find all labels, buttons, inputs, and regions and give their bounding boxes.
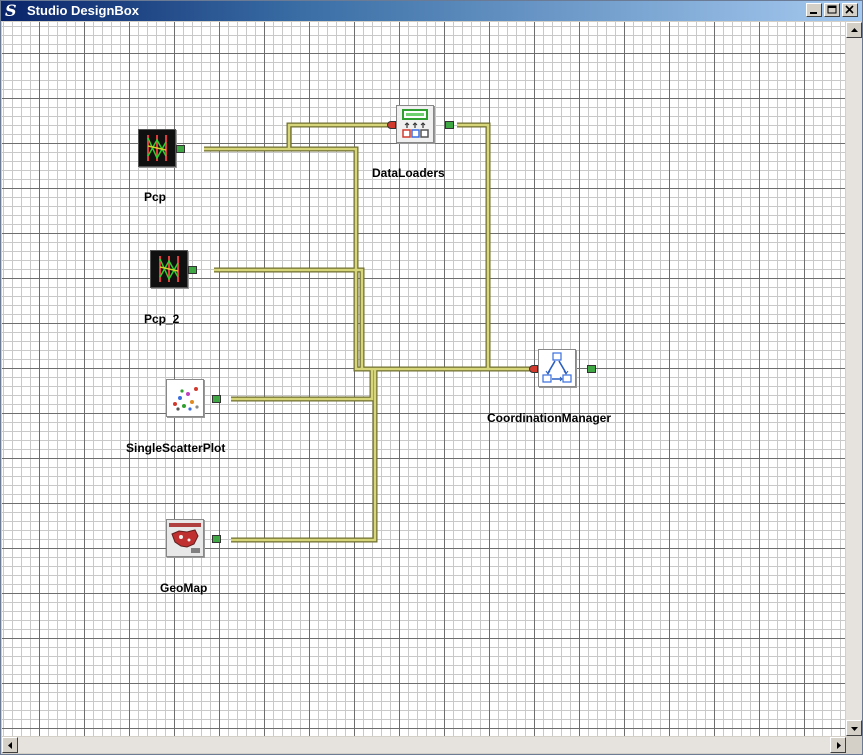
component-pcp[interactable]: Pcp [138,129,218,209]
vertical-scrollbar[interactable] [846,22,862,736]
coordination-label: CoordinationManager [487,411,612,425]
geomap-label: GeoMap [160,581,208,595]
title-bar[interactable]: S Studio DesignBox [1,1,862,21]
dataloaders-label: DataLoaders [372,166,445,180]
scatter-plot-icon[interactable] [166,379,204,417]
parallel-coordinates-icon[interactable] [138,129,176,167]
designbox-window: S Studio DesignBox Pcp Pcp_2 SingleScatt… [0,0,863,755]
pcp-2-output-port[interactable] [188,266,197,274]
coordination-cycle-icon[interactable] [538,349,576,387]
pcp-2-label: Pcp_2 [144,312,180,326]
close-icon [845,5,854,14]
arrow-up-icon [851,28,858,32]
parallel-coordinates-icon[interactable] [150,250,188,288]
dataloaders-output-port[interactable] [445,121,454,129]
studio-s-icon: S [5,1,17,20]
window-controls [804,3,858,17]
scrollbar-corner [846,737,862,753]
coordination-output-port[interactable] [587,365,596,373]
scroll-up-button[interactable] [846,22,862,38]
coordination-input-port[interactable] [529,365,538,373]
wire-scatter [231,369,375,402]
arrow-down-icon [851,727,858,731]
component-single-scatter-plot[interactable]: SingleScatterPlot [126,379,246,459]
component-geomap[interactable]: GeoMap [160,519,246,599]
scroll-down-button[interactable] [846,720,862,736]
geomap-output-port[interactable] [212,535,221,543]
maximize-button[interactable] [824,3,840,17]
wire-geomap [231,369,378,543]
dataloaders-input-port[interactable] [387,121,396,129]
horizontal-scrollbar[interactable] [2,737,846,753]
close-button[interactable] [842,3,858,17]
wire-pcp [204,146,532,372]
pcp-label: Pcp [144,190,167,204]
scroll-right-button[interactable] [830,737,846,753]
minimize-button[interactable] [806,3,822,17]
component-coordination-manager[interactable]: CoordinationManager [487,349,611,429]
component-dataloaders[interactable]: DataLoaders [372,105,467,185]
window-title: Studio DesignBox [27,3,139,18]
wire-dataloaders-in [286,122,392,149]
scatter-output-port[interactable] [212,395,221,403]
minimize-icon [810,12,817,14]
scroll-left-button[interactable] [2,737,18,753]
maximize-icon [827,5,837,14]
geo-map-icon[interactable] [166,519,204,557]
data-loader-icon[interactable] [396,105,434,143]
component-pcp-2[interactable]: Pcp_2 [144,250,230,330]
pcp-output-port[interactable] [176,145,185,153]
design-canvas[interactable]: Pcp Pcp_2 SingleScatterPlot GeoMap DataL… [2,22,845,736]
scatter-label: SingleScatterPlot [126,441,226,455]
arrow-right-icon [837,742,841,749]
arrow-left-icon [8,742,12,749]
wire-pcp-2 [214,267,365,369]
